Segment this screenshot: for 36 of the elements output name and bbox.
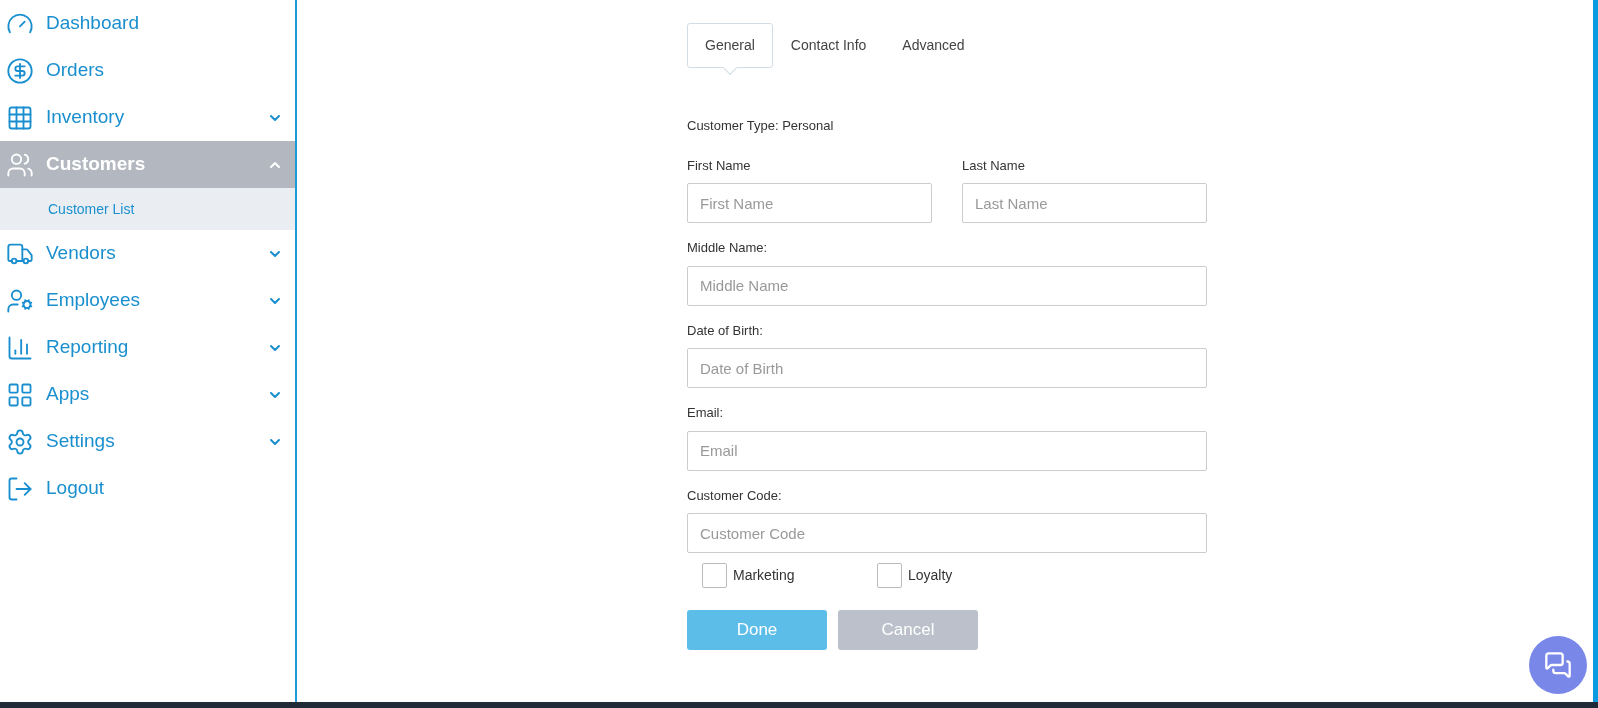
text-field[interactable]: Email: [687, 430, 1207, 471]
field-label: Date of Birth:: [687, 321, 764, 340]
field-label: Last Name: [962, 156, 1026, 175]
tab[interactable]: Contact Info: [772, 23, 885, 68]
text-field[interactable]: Date of Birth: [687, 348, 1207, 388]
checkbox-label: Loyalty: [908, 566, 953, 585]
cancel-button[interactable]: Cancel: [838, 610, 978, 650]
text-field[interactable]: Customer Code: [687, 513, 1207, 553]
text-field[interactable]: Last Name: [962, 183, 1207, 223]
text-field[interactable]: First Name: [687, 183, 932, 223]
sidebar-item[interactable]: Employees: [0, 277, 295, 324]
tab[interactable]: Advanced: [884, 23, 983, 68]
chat-button[interactable]: [1529, 636, 1587, 694]
checkbox[interactable]: [702, 563, 727, 588]
done-button[interactable]: Done: [687, 610, 827, 650]
sidebar-item[interactable]: Orders: [0, 47, 295, 94]
sidebar-item[interactable]: Dashboard: [0, 0, 295, 47]
sidebar-item[interactable]: Vendors: [0, 230, 295, 277]
field-label: Middle Name:: [687, 239, 769, 257]
field-label: Customer Code:: [687, 486, 783, 505]
sidebar-item[interactable]: Logout: [0, 465, 295, 512]
field-label: Email:: [687, 404, 725, 422]
dollar-circle-icon: [6, 56, 34, 85]
sidebar-subitem[interactable]: Customer List: [0, 188, 295, 230]
sidebar-item[interactable]: Inventory: [0, 94, 295, 141]
sidebar-item[interactable]: Apps: [0, 371, 295, 418]
settings-icon: [6, 427, 34, 456]
sidebar-item[interactable]: Settings: [0, 418, 295, 465]
customer-type-text: Customer Type: Personal: [687, 117, 835, 135]
sidebar-item[interactable]: Reporting: [0, 324, 295, 371]
checkbox[interactable]: [877, 563, 902, 588]
field-label: First Name: [687, 156, 752, 175]
checkbox-label: Marketing: [733, 566, 795, 585]
chat-bubbles-icon: [1544, 651, 1572, 679]
text-field[interactable]: Middle Name: [687, 265, 1207, 306]
sidebar-item[interactable]: Customers: [0, 141, 295, 188]
